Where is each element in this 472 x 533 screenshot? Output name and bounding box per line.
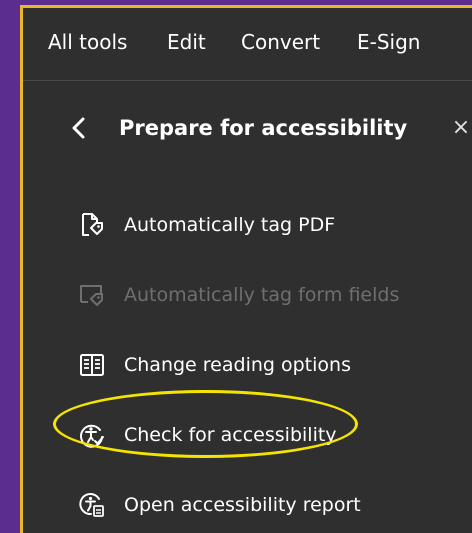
top-menu-bar: All tools Edit Convert E-Sign <box>23 8 472 81</box>
tool-check-for-accessibility[interactable]: Check for accessibility <box>79 415 459 455</box>
tool-label: Check for accessibility <box>124 424 337 446</box>
tag-form-fields-icon <box>79 282 105 308</box>
tool-label: Change reading options <box>124 354 351 376</box>
tool-label: Open accessibility report <box>124 494 361 516</box>
menu-all-tools[interactable]: All tools <box>48 30 127 54</box>
tool-automatically-tag-pdf[interactable]: Automatically tag PDF <box>79 205 459 245</box>
close-icon[interactable]: × <box>449 114 472 142</box>
menu-e-sign[interactable]: E-Sign <box>357 30 420 54</box>
tool-open-accessibility-report[interactable]: Open accessibility report <box>79 485 459 525</box>
panel-title: Prepare for accessibility <box>119 116 408 140</box>
tool-label: Automatically tag PDF <box>124 214 336 236</box>
tool-automatically-tag-form-fields[interactable]: Automatically tag form fields <box>79 275 459 315</box>
tool-change-reading-options[interactable]: Change reading options <box>79 345 459 385</box>
tool-label: Automatically tag form fields <box>124 284 400 306</box>
tag-pdf-icon <box>79 212 105 238</box>
menu-convert[interactable]: Convert <box>241 30 320 54</box>
panel-header: Prepare for accessibility × <box>23 108 472 148</box>
reading-options-icon <box>79 352 105 378</box>
chevron-left-icon[interactable] <box>67 114 91 142</box>
tools-panel-window: All tools Edit Convert E-Sign Prepare fo… <box>20 5 472 533</box>
menu-edit[interactable]: Edit <box>167 30 206 54</box>
accessibility-check-icon <box>79 422 105 448</box>
accessibility-report-icon <box>79 492 105 518</box>
